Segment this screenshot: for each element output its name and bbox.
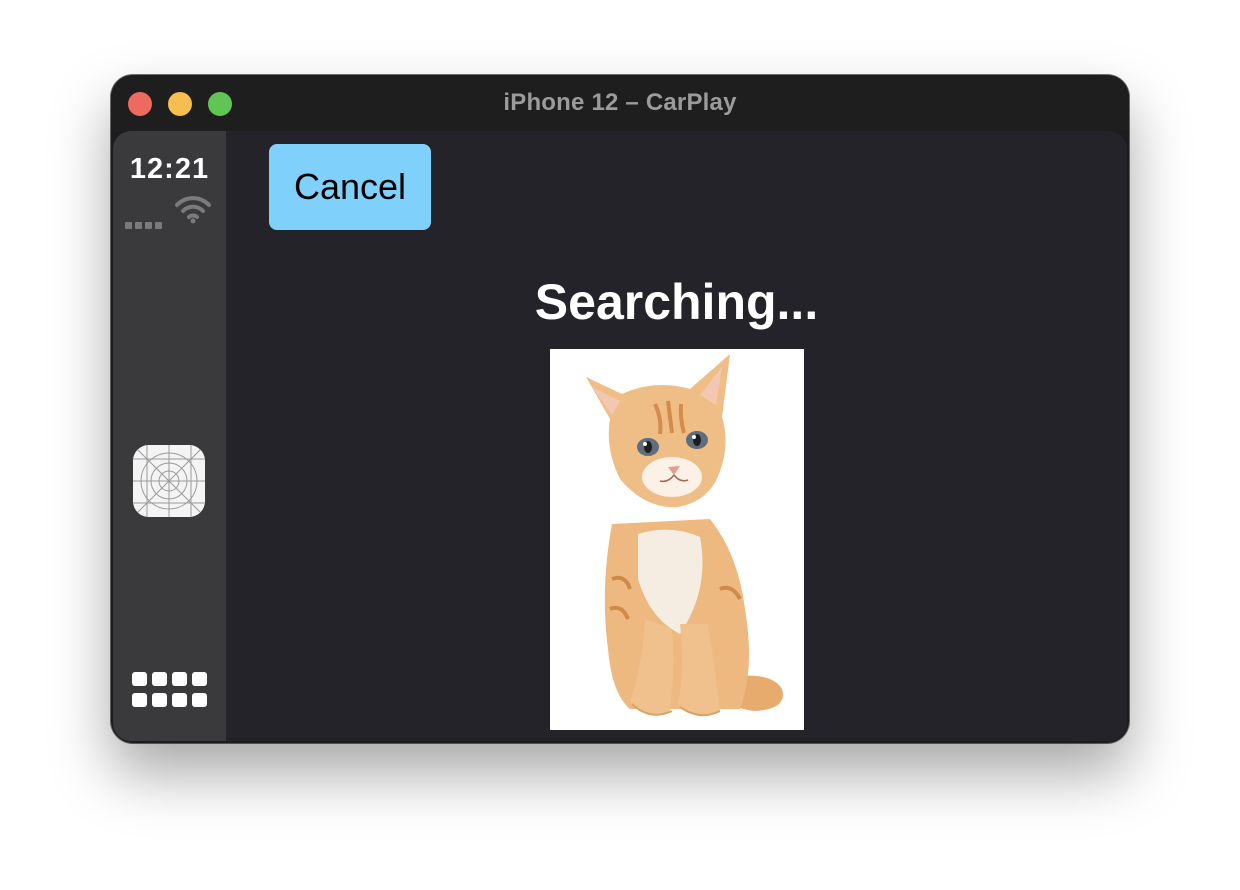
title-bar[interactable]: iPhone 12 – CarPlay (111, 75, 1129, 131)
carplay-screen: 12:21 Cancel Searching... (113, 131, 1127, 741)
window-title: iPhone 12 – CarPlay (503, 89, 737, 116)
cellular-signal-icon (125, 216, 169, 229)
app-placeholder-icon[interactable] (133, 445, 205, 517)
cancel-button[interactable]: Cancel (269, 144, 431, 230)
carplay-sidebar: 12:21 (113, 131, 226, 741)
wifi-icon (175, 196, 211, 224)
searching-heading: Searching... (534, 274, 819, 330)
simulator-window: iPhone 12 – CarPlay 12:21 Cancel Searchi… (111, 75, 1129, 743)
app-grid-icon[interactable] (132, 672, 212, 712)
kitten-image (550, 349, 804, 730)
status-time: 12:21 (129, 153, 210, 185)
